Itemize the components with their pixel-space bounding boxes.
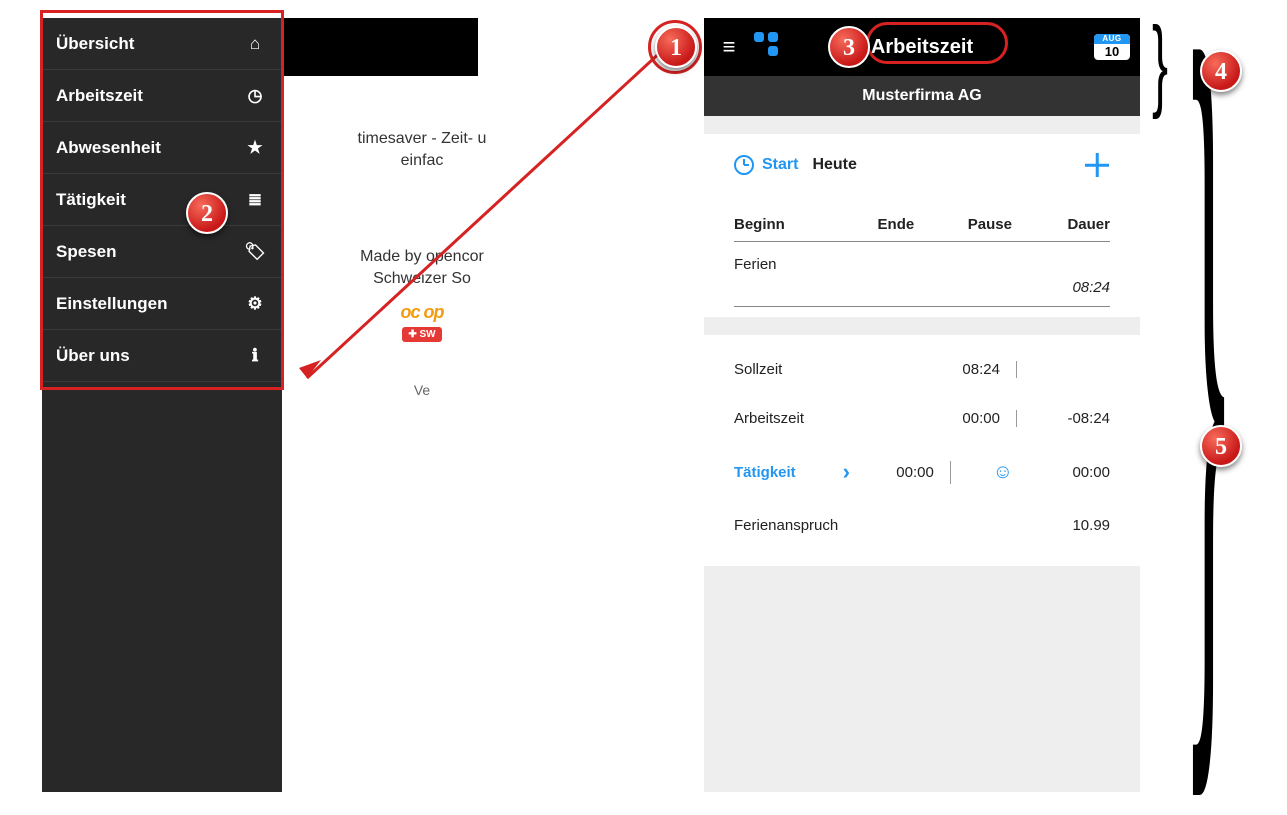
stats-value: 00:00 [880,410,1017,427]
clock-icon [734,155,754,175]
today-label: Heute [812,156,856,174]
annotation-brace-5: } [1191,0,1226,724]
stats-value: 10.99 [1017,517,1110,534]
entry-label: Ferien [734,242,1110,279]
col-pause: Pause [943,216,1037,233]
entry-duration: 08:24 [734,279,1110,307]
col-ende: Ende [849,216,943,233]
add-entry-button[interactable] [1084,152,1110,178]
phone-screen-right: ≡ Arbeitszeit AUG 10 Musterfirma AG Star… [704,18,1140,792]
annotation-badge-5: 5 [1200,425,1242,467]
row-sollzeit: Sollzeit 08:24 [734,345,1110,394]
annotation-badge-4: 4 [1200,50,1242,92]
row-taetigkeit[interactable]: Tätigkeit › 00:00 ☺ 00:00 [734,443,1110,501]
annotation-badge-2: 2 [186,192,228,234]
stats-label: Arbeitszeit [734,410,880,427]
start-card: Start Heute Beginn Ende Pause Dauer Feri… [704,134,1140,317]
col-beginn: Beginn [734,216,849,233]
stats-value: -08:24 [1017,410,1110,427]
col-dauer: Dauer [1037,216,1110,233]
annotation-arrow [295,48,675,386]
table-header: Beginn Ende Pause Dauer [734,204,1110,242]
stats-label: Sollzeit [734,361,880,378]
date-month: AUG [1094,34,1130,44]
right-body: Start Heute Beginn Ende Pause Dauer Feri… [704,116,1140,792]
stats-section: Sollzeit 08:24 Arbeitszeit 00:00 -08:24 … [704,335,1140,566]
stats-label: Ferienanspruch [734,517,880,534]
annotation-badge-1: 1 [655,26,697,68]
date-chip[interactable]: AUG 10 [1094,34,1130,60]
row-arbeitszeit: Arbeitszeit 00:00 -08:24 [734,394,1110,443]
stats-value: 08:24 [880,361,1017,378]
grey-spacer [704,584,1140,704]
date-day: 10 [1094,44,1130,60]
annotation-ring-3 [866,22,1008,64]
stats-value: 00:00 [850,464,950,481]
company-subhead: Musterfirma AG [704,76,1140,116]
start-button[interactable]: Start [762,156,798,174]
annotation-badge-3: 3 [828,26,870,68]
annotation-box-menu [40,10,284,390]
chevron-right-icon: › [843,459,850,485]
smile-icon: ☺ [993,461,1013,483]
stats-label: Tätigkeit [734,464,837,481]
annotation-brace-4: } [1152,4,1168,121]
stats-value: 00:00 [1045,464,1110,481]
row-ferienanspruch: Ferienanspruch 10.99 [734,501,1110,550]
